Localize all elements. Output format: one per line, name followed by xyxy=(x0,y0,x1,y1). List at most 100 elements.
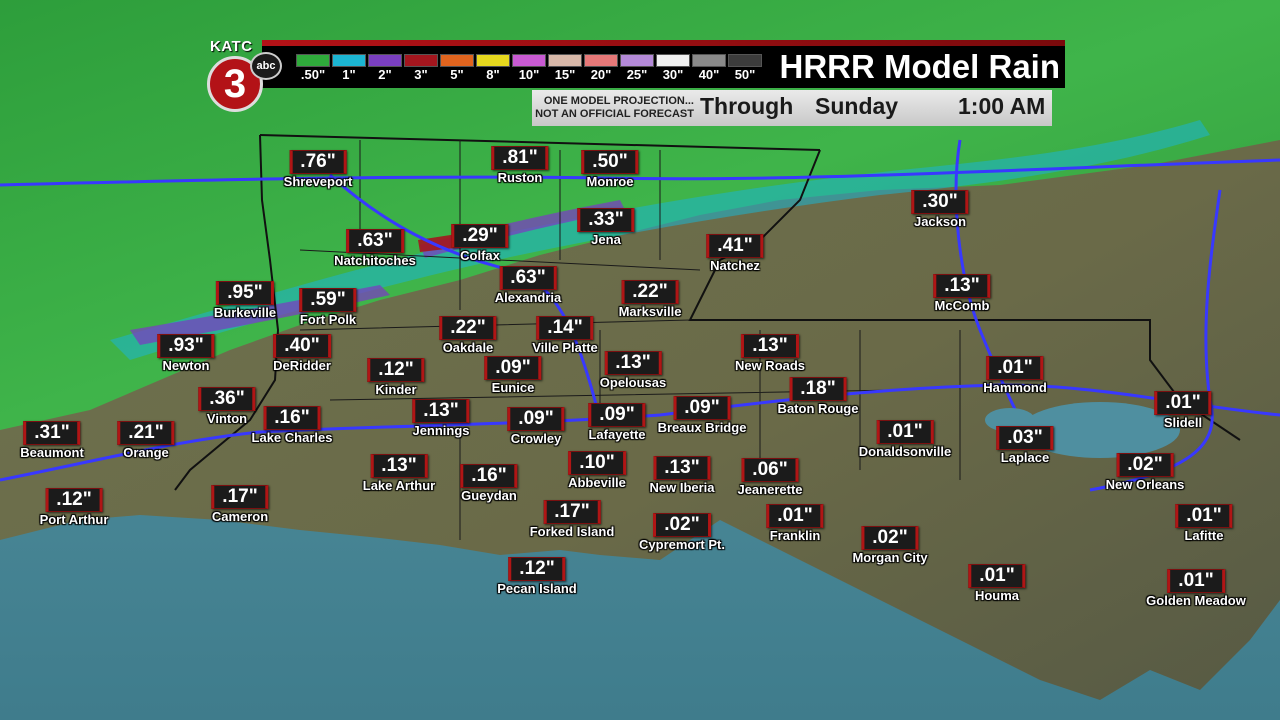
scale-color xyxy=(296,54,330,67)
rain-total: .06" xyxy=(741,458,799,482)
city-name: Colfax xyxy=(460,248,500,263)
rain-total: .31" xyxy=(23,421,81,445)
rain-total: .13" xyxy=(412,399,470,423)
scale-label: 40" xyxy=(698,67,720,82)
station-label: .03" Laplace xyxy=(996,426,1054,465)
city-name: Jackson xyxy=(913,214,967,229)
day-label: Sunday xyxy=(815,93,899,119)
city-name: Vinton xyxy=(206,411,248,426)
city-name: Fort Polk xyxy=(299,312,357,327)
rain-total: .17" xyxy=(543,500,601,524)
rain-total: .09" xyxy=(673,396,731,420)
scale-swatch: 10" xyxy=(512,54,546,83)
station-label: .18" Baton Rouge xyxy=(777,377,859,416)
station-label: .09" Lafayette xyxy=(588,403,646,442)
station-label: .13" New Iberia xyxy=(649,456,715,495)
rain-total: .09" xyxy=(588,403,646,427)
station-label: .30" Jackson xyxy=(911,190,969,229)
scale-label: 30" xyxy=(662,67,684,82)
header-accent xyxy=(262,40,1065,46)
rain-total: .63" xyxy=(346,229,404,253)
rain-total: .09" xyxy=(507,407,565,431)
station-label: .63" Alexandria xyxy=(495,266,561,305)
scale-color xyxy=(692,54,726,67)
station-label: .01" Golden Meadow xyxy=(1146,569,1246,608)
city-name: Breaux Bridge xyxy=(657,420,747,435)
station-label: .01" Houma xyxy=(968,564,1026,603)
city-name: Baton Rouge xyxy=(777,401,859,416)
rain-total: .01" xyxy=(986,356,1044,380)
network-logo: abc xyxy=(250,52,282,80)
scale-label: 15" xyxy=(554,67,576,82)
rain-total: .02" xyxy=(653,513,711,537)
rain-total: .12" xyxy=(508,557,566,581)
rain-total: .10" xyxy=(568,451,626,475)
station-label: .59" Fort Polk xyxy=(299,288,357,327)
city-name: Natchez xyxy=(710,258,760,273)
scale-swatch: 1" xyxy=(332,54,366,83)
rain-total: .16" xyxy=(263,406,321,430)
station-label: .01" Lafitte xyxy=(1175,504,1233,543)
station-label: .13" Jennings xyxy=(412,399,470,438)
city-name: Lake Arthur xyxy=(362,478,436,493)
city-name: Kinder xyxy=(375,382,417,397)
station-label: .22" Oakdale xyxy=(439,316,497,355)
station-label: .01" Franklin xyxy=(766,504,824,543)
city-name: Gueydan xyxy=(461,488,517,503)
city-name: Marksville xyxy=(618,304,682,319)
city-name: Alexandria xyxy=(494,290,562,305)
city-name: Franklin xyxy=(769,528,821,543)
city-name: Ville Platte xyxy=(532,340,598,355)
station-label: .12" Pecan Island xyxy=(497,557,577,596)
scale-swatch: 20" xyxy=(584,54,618,83)
rain-total: .01" xyxy=(876,420,934,444)
city-name: Cypremort Pt. xyxy=(639,537,725,552)
station-label: .02" Morgan City xyxy=(852,526,928,565)
scale-label: 2" xyxy=(378,67,392,82)
city-name: Lafayette xyxy=(588,427,646,442)
time-label: 1:00 AM xyxy=(958,93,1046,119)
city-name: Forked Island xyxy=(529,524,615,539)
scale-label: 50" xyxy=(734,67,756,82)
city-name: Burkeville xyxy=(213,305,277,320)
rain-total: .13" xyxy=(933,274,991,298)
scale-color xyxy=(404,54,438,67)
scale-swatch: 8" xyxy=(476,54,510,83)
scale-swatch: 2" xyxy=(368,54,402,83)
station-label: .01" Donaldsonville xyxy=(859,420,951,459)
city-name: Oakdale xyxy=(442,340,494,355)
rain-total: .22" xyxy=(439,316,497,340)
rain-total: .01" xyxy=(1167,569,1225,593)
station-label: .21" Orange xyxy=(117,421,175,460)
station-label: .29" Colfax xyxy=(451,224,509,263)
station-label: .13" Lake Arthur xyxy=(363,454,435,493)
station-label: .01" Slidell xyxy=(1154,391,1212,430)
city-name: Houma xyxy=(974,588,1020,603)
station-label: .76" Shreveport xyxy=(284,150,352,189)
station-label: .16" Lake Charles xyxy=(252,406,332,445)
city-name: Jeanerette xyxy=(737,482,803,497)
scale-label: 8" xyxy=(486,67,500,82)
rain-total: .01" xyxy=(766,504,824,528)
station-label: .06" Jeanerette xyxy=(737,458,803,497)
city-name: McComb xyxy=(934,298,990,313)
rain-total: .02" xyxy=(1116,453,1174,477)
station-label: .16" Gueydan xyxy=(460,464,518,503)
rain-total: .17" xyxy=(211,485,269,509)
station-label: .13" New Roads xyxy=(735,334,805,373)
city-name: Beaumont xyxy=(20,445,84,460)
scale-label: 5" xyxy=(450,67,464,82)
city-name: Jena xyxy=(591,232,621,247)
station-label: .01" Hammond xyxy=(983,356,1047,395)
city-name: Eunice xyxy=(491,380,535,395)
station-label: .09" Crowley xyxy=(507,407,565,446)
station-label: .40" DeRidder xyxy=(273,334,331,373)
city-name: Newton xyxy=(162,358,210,373)
station-label: .12" Port Arthur xyxy=(40,488,108,527)
rain-total: .93" xyxy=(157,334,215,358)
city-name: Crowley xyxy=(510,431,562,446)
city-name: New Orleans xyxy=(1105,477,1185,492)
station-label: .13" Opelousas xyxy=(600,351,666,390)
through-label: Through xyxy=(700,93,794,119)
rain-total: .13" xyxy=(653,456,711,480)
